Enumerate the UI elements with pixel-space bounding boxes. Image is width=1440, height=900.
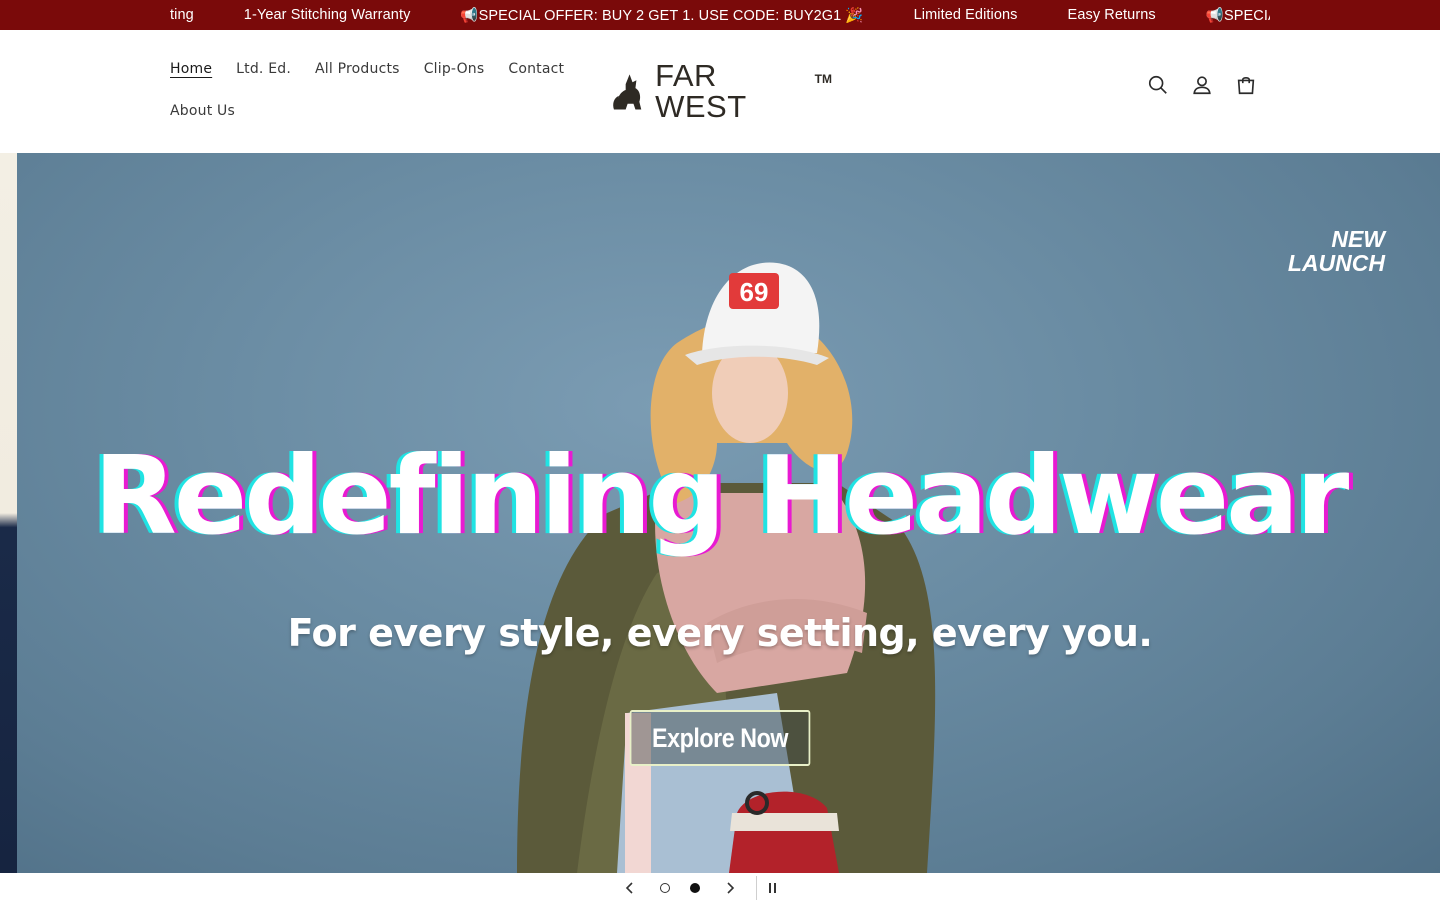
new-launch-line2: LAUNCH [1287,250,1385,276]
chevron-left-icon [625,882,633,894]
nav-row: Home Ltd. Ed. All Products Clip-Ons Cont… [158,52,578,86]
account-button[interactable] [1189,72,1215,98]
cart-button[interactable] [1233,72,1259,98]
logo-trademark: TM [814,72,832,86]
nav-contact[interactable]: Contact [496,61,576,77]
nav-home[interactable]: Home [158,61,224,77]
account-icon [1193,76,1211,95]
controls-divider [756,876,757,900]
hero-subtitle: For every style, every setting, every yo… [287,611,1153,655]
search-icon [1148,75,1167,94]
announcement-item: 1-Year Stitching Warranty [243,7,411,23]
cart-icon [1237,76,1255,95]
pause-slideshow-button[interactable] [765,876,781,900]
site-header: Home Ltd. Ed. All Products Clip-Ons Cont… [0,30,1440,153]
announcement-item: Easy Returns [1067,7,1156,23]
logo-text: FAR WEST [655,58,747,124]
main-nav: Home Ltd. Ed. All Products Clip-Ons Cont… [158,52,578,128]
hero-slideshow: 69 NEW LAUNCH Redefining Headwear For ev… [0,153,1440,873]
site-logo[interactable]: FAR WEST TM [612,60,832,122]
nav-clip-ons[interactable]: Clip-Ons [412,61,497,77]
slide-dot-1[interactable] [660,883,670,893]
previous-slide-button[interactable] [610,876,650,900]
nav-about-us[interactable]: About Us [158,103,247,119]
nav-all-products[interactable]: All Products [303,61,412,77]
hero-title: Redefining Headwear [93,434,1350,559]
announcement-item: Limited Editions [913,7,1018,23]
slide-dot-2[interactable] [690,883,700,893]
header-icons [1145,72,1259,98]
announcement-item: 📢SPECIAL OFFER: BUY 2 GET 1. USE CODE: B… [460,7,864,24]
new-launch-badge: NEW LAUNCH [1288,227,1385,275]
announcement-track: ting 1-Year Stitching Warranty 📢SPECIAL … [170,0,1270,30]
chevron-right-icon [727,882,735,894]
cap-number-text: 69 [740,277,769,307]
nav-row: About Us [158,94,578,128]
next-slide-button[interactable] [710,876,750,900]
announcement-item: 📢SPECIAL OF [1205,7,1270,24]
explore-now-button[interactable]: Explore Now [629,710,811,766]
announcement-bar: ting 1-Year Stitching Warranty 📢SPECIAL … [0,0,1440,30]
fox-logo-icon [613,74,642,110]
pause-icon [769,883,776,893]
slider-controls [610,876,820,900]
announcement-item: ting [170,7,194,23]
search-button[interactable] [1145,72,1171,98]
new-launch-line1: NEW [1331,226,1385,252]
nav-limited-edition[interactable]: Ltd. Ed. [224,61,303,77]
